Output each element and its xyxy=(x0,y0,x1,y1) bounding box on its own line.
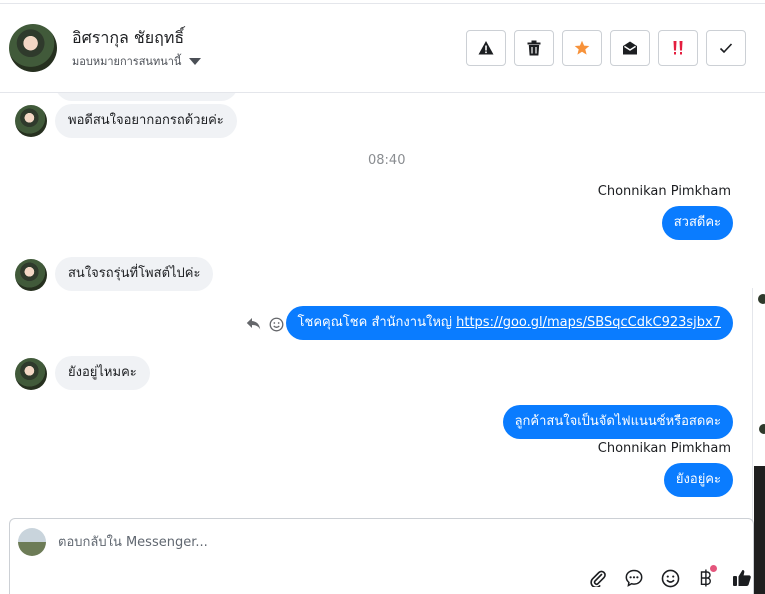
page-avatar xyxy=(18,528,46,556)
message-outgoing[interactable]: สวสดีคะ xyxy=(661,206,733,240)
header-actions xyxy=(466,30,746,66)
baht-icon xyxy=(700,569,711,587)
emoji-reaction-icon[interactable] xyxy=(269,317,284,332)
message-text: โชคคุณโชค สำนักงานใหญ่ xyxy=(297,315,452,330)
star-icon xyxy=(574,40,590,55)
contact-name[interactable]: อิศรากุล ชัยฤทธิ์ xyxy=(72,26,184,51)
message-incoming[interactable]: สนใจรถรุ่นที่โพสต์ไปค่ะ xyxy=(55,257,214,291)
assign-label: มอบหมายการสนทนานี้ xyxy=(72,55,182,68)
spam-button[interactable] xyxy=(466,30,506,66)
message-incoming-partial[interactable] xyxy=(55,93,238,101)
reply-input[interactable] xyxy=(58,531,658,553)
star-button[interactable] xyxy=(562,30,602,66)
notification-dot xyxy=(710,565,717,572)
contact-avatar-small xyxy=(15,105,47,137)
side-avatar xyxy=(759,424,765,434)
assign-conversation-dropdown[interactable]: มอบหมายการสนทนานี้ xyxy=(72,52,202,70)
paperclip-icon xyxy=(590,570,606,587)
thread-header: อิศรากุล ชัยฤทธิ์ มอบหมายการสนทนานี้ xyxy=(0,4,765,93)
contact-avatar-small xyxy=(15,358,47,390)
done-button[interactable] xyxy=(706,30,746,66)
message-actions xyxy=(246,317,284,332)
mark-unread-button[interactable] xyxy=(610,30,650,66)
maps-link[interactable]: https://goo.gl/maps/SBSqcCdkC923sjbx7 xyxy=(456,315,721,330)
exclamation-icon xyxy=(673,41,683,55)
message-list[interactable]: พอดีสนใจอยากอกรถด้วยค่ะ 08:40 Chonnikan … xyxy=(0,93,752,518)
message-outgoing-link[interactable]: โชคคุณโชค สำนักงานใหญ่ https://goo.gl/ma… xyxy=(285,306,733,340)
envelope-open-icon xyxy=(623,41,637,55)
sender-name: Chonnikan Pimkham xyxy=(597,184,731,199)
chat-bubble-icon xyxy=(625,569,643,587)
thumbs-up-icon xyxy=(733,570,751,586)
check-icon xyxy=(719,43,733,54)
contact-avatar[interactable] xyxy=(9,24,57,72)
emoji-button[interactable] xyxy=(659,567,681,589)
saved-replies-button[interactable] xyxy=(623,567,645,589)
warning-icon xyxy=(478,41,494,55)
message-outgoing[interactable]: ยังอยู่คะ xyxy=(663,463,733,497)
message-composer xyxy=(9,518,754,594)
sender-name: Chonnikan Pimkham xyxy=(597,441,731,456)
payment-button[interactable] xyxy=(695,565,717,589)
reply-icon[interactable] xyxy=(246,317,261,331)
message-incoming[interactable]: ยังอยู่ไหมคะ xyxy=(55,356,150,390)
composer-tools xyxy=(587,565,753,589)
chevron-down-icon xyxy=(189,57,202,65)
side-avatar xyxy=(758,294,765,304)
contact-avatar-small xyxy=(15,259,47,291)
like-button[interactable] xyxy=(731,567,753,589)
message-incoming[interactable]: พอดีสนใจอยากอกรถด้วยค่ะ xyxy=(55,104,237,138)
delete-button[interactable] xyxy=(514,30,554,66)
trash-icon xyxy=(527,40,541,56)
messenger-thread: อิศรากุล ชัยฤทธิ์ มอบหมายการสนทนานี้ พอด… xyxy=(0,0,765,594)
smiley-icon xyxy=(661,569,679,587)
follow-up-button[interactable] xyxy=(658,30,698,66)
side-dark-strip xyxy=(754,466,765,594)
attach-button[interactable] xyxy=(587,567,609,589)
message-outgoing[interactable]: ลูกค้าสนใจเป็นจัดไฟแนนซ์หรือสดคะ xyxy=(502,405,733,439)
message-timestamp: 08:40 xyxy=(368,153,406,168)
